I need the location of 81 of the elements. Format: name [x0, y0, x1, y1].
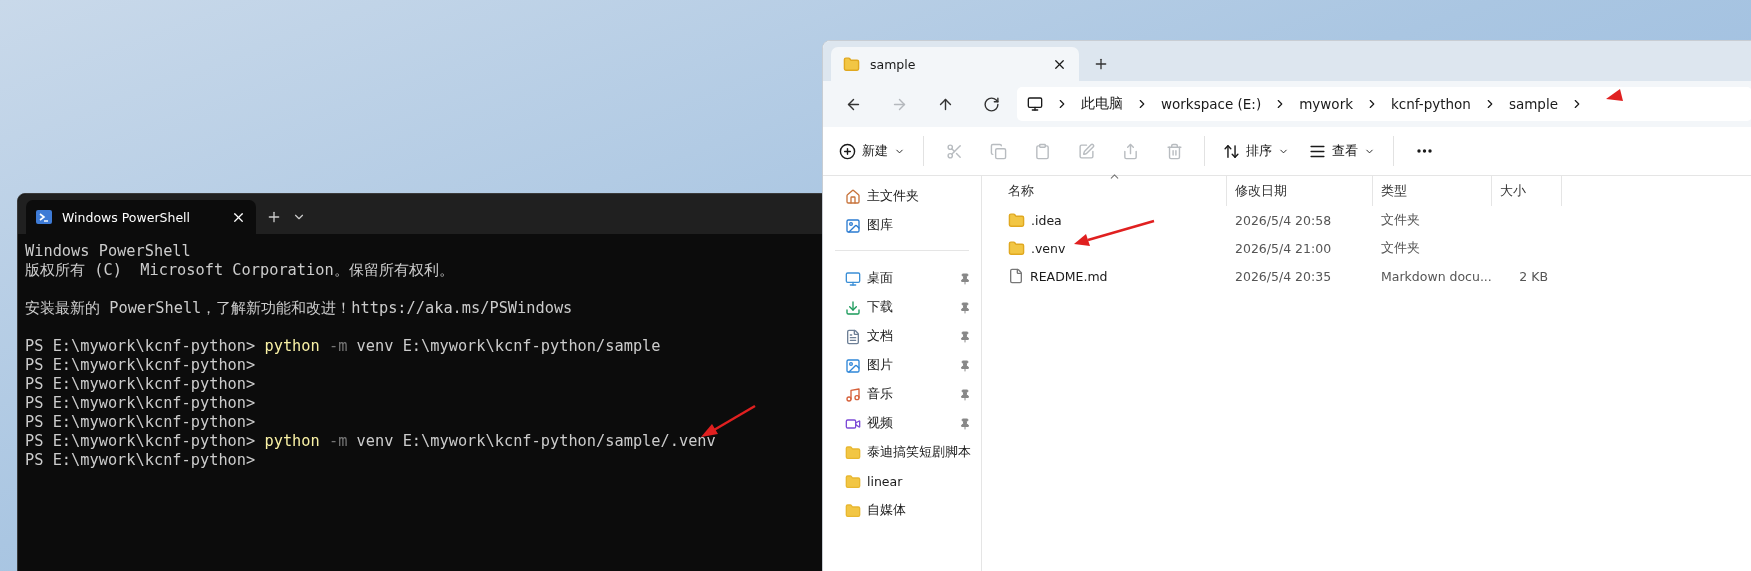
pin-icon[interactable] — [959, 388, 971, 401]
new-tab-icon[interactable] — [266, 209, 282, 225]
copy-icon — [989, 142, 1007, 160]
folder-icon — [845, 502, 861, 519]
folder-icon — [845, 444, 861, 461]
sidebar-item[interactable]: 视频 — [823, 409, 981, 438]
picture-icon — [845, 357, 861, 374]
music-icon — [845, 386, 861, 403]
pin-icon[interactable] — [959, 330, 971, 343]
sidebar-item[interactable]: linear — [823, 467, 981, 496]
scissors-icon — [945, 142, 963, 160]
folder-icon — [1008, 211, 1025, 229]
file-icon — [1008, 268, 1024, 284]
picture-icon — [845, 217, 861, 234]
column-header[interactable]: 修改日期 — [1227, 176, 1373, 206]
download-icon — [845, 299, 861, 316]
folder-icon — [1008, 239, 1025, 257]
file-name-cell[interactable]: .idea — [1000, 211, 1227, 229]
pin-icon[interactable] — [959, 359, 971, 372]
powershell-icon — [36, 210, 52, 224]
breadcrumb[interactable]: kcnf-python — [1391, 96, 1471, 112]
breadcrumb[interactable]: 此电脑 — [1081, 95, 1123, 113]
folder-icon — [845, 473, 861, 490]
monitor-icon — [845, 270, 861, 287]
table-cell-text: 2026/5/4 20:58 — [1234, 212, 1333, 228]
table-cell-text: 2 KB — [1518, 268, 1549, 284]
console-line: 版权所有 (C) Microsoft Corporation。保留所有权利。 — [25, 261, 454, 280]
more-icon — [1416, 149, 1432, 153]
console-line: PS E:\mywork\kcnf-python> — [25, 375, 256, 394]
console-line: PS E:\mywork\kcnf-python> — [25, 413, 256, 432]
console-line: Windows PowerShell — [25, 242, 191, 261]
sidebar-item[interactable]: 下载 — [823, 293, 981, 322]
file-name-cell[interactable]: .venv — [1000, 239, 1227, 257]
table-cell-text: Markdown docu... — [1380, 268, 1492, 284]
sort-icon — [1223, 142, 1240, 160]
column-header[interactable]: 名称 — [1000, 176, 1227, 206]
home-icon — [845, 188, 861, 205]
console-line: PS E:\mywork\kcnf-python> python -m venv E:\mywork\kcnf-python/sample/.venv — [25, 432, 716, 451]
explorer-tab[interactable]: sample — [831, 47, 1079, 81]
sidebar-item[interactable]: 文档 — [823, 322, 981, 351]
pen-icon — [1077, 142, 1095, 160]
clipboard-icon — [1033, 142, 1051, 160]
pin-icon[interactable] — [959, 417, 971, 430]
sidebar-item[interactable]: 图库 — [823, 211, 981, 240]
document-icon — [845, 328, 861, 345]
console-line: PS E:\mywork\kcnf-python> python -m venv E:\mywork\kcnf-python/sample — [25, 337, 661, 356]
trash-icon — [1165, 142, 1183, 160]
breadcrumb[interactable]: sample — [1508, 96, 1558, 112]
console-line: PS E:\mywork\kcnf-python> — [25, 356, 256, 375]
sidebar-item[interactable]: 图片 — [823, 351, 981, 380]
new-button[interactable]: 新建 — [831, 134, 913, 168]
breadcrumb[interactable]: mywork — [1299, 96, 1353, 112]
file-name-cell[interactable]: README.md — [1000, 268, 1227, 284]
console-line: 安装最新的 PowerShell，了解新功能和改进！https://aka.ms/PSWindows — [25, 299, 573, 318]
new-tab-icon[interactable] — [1093, 56, 1109, 72]
pin-icon[interactable] — [959, 272, 971, 285]
console-line: PS E:\mywork\kcnf-python> — [25, 394, 256, 413]
table-cell-text: 文件夹 — [1380, 239, 1421, 257]
table-cell-text: 2026/5/4 21:00 — [1234, 240, 1333, 256]
table-cell-text: 2026/5/4 20:35 — [1234, 268, 1333, 284]
share-icon — [1121, 142, 1139, 160]
refresh-icon — [982, 95, 1000, 113]
console-line: PS E:\mywork\kcnf-python> — [25, 451, 256, 470]
sidebar-item[interactable]: 泰迪搞笑短剧脚本 — [823, 438, 981, 467]
sidebar-item[interactable]: 音乐 — [823, 380, 981, 409]
folder-icon — [843, 55, 860, 73]
address-bar[interactable]: 此电脑 workspace (E:) mywork kcnf-python sample — [1017, 87, 1751, 121]
computer-icon — [1027, 96, 1043, 112]
sidebar-item[interactable]: 桌面 — [823, 264, 981, 293]
view-button[interactable]: 查看 — [1301, 134, 1383, 168]
sort-button[interactable]: 排序 — [1215, 134, 1297, 168]
column-header[interactable]: 类型 — [1373, 176, 1492, 206]
plus-circle-icon — [839, 142, 856, 160]
table-cell-text: 文件夹 — [1380, 211, 1421, 229]
breadcrumb[interactable]: workspace (E:) — [1161, 96, 1262, 112]
terminal-tab[interactable]: Windows PowerShell — [26, 200, 256, 234]
sidebar-item[interactable]: 主文件夹 — [823, 182, 981, 211]
annotation-arrowhead — [1606, 89, 1623, 101]
column-header[interactable]: 大小 — [1492, 176, 1562, 206]
sidebar-item[interactable]: 自媒体 — [823, 496, 981, 525]
pin-icon[interactable] — [959, 301, 971, 314]
